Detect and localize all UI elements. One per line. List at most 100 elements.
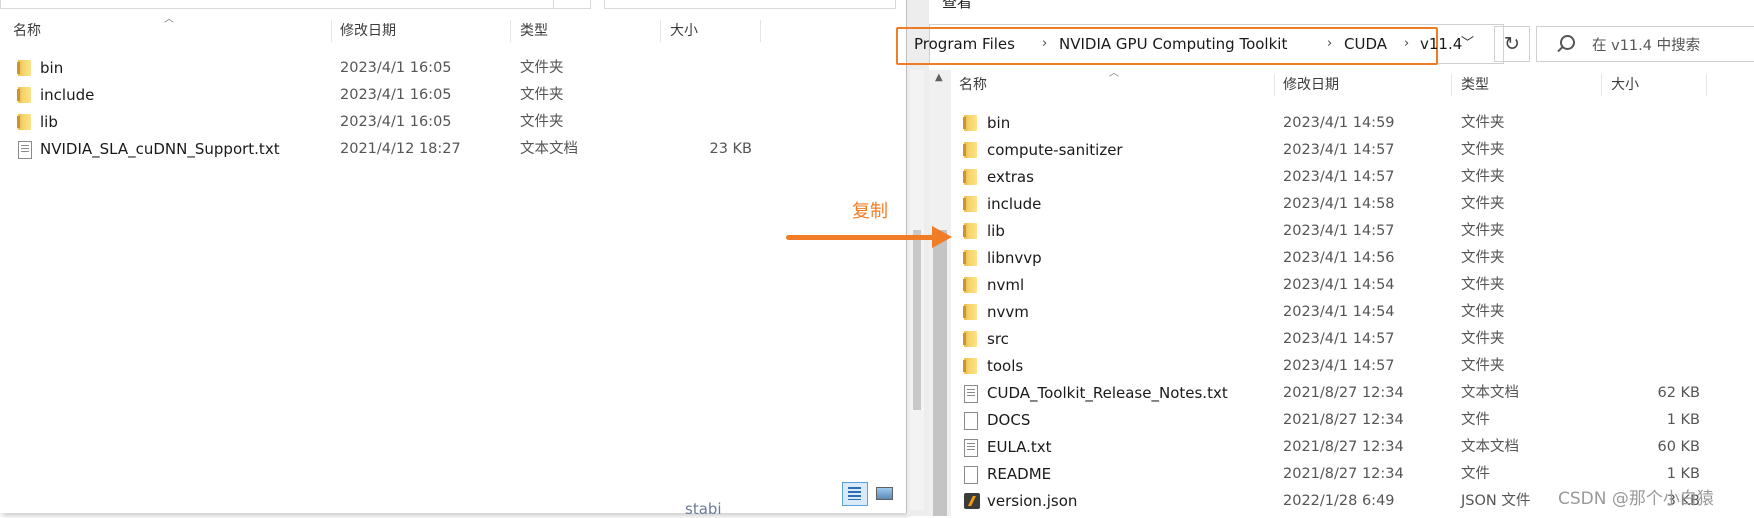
chevron-right-icon[interactable]: ›: [1042, 32, 1047, 56]
file-date: 2023/4/1 14:57: [1283, 142, 1395, 158]
folder-icon: [17, 60, 31, 76]
folder-icon: [17, 87, 31, 103]
folder-icon: [963, 277, 977, 293]
file-row[interactable]: bin 2023/4/1 16:05 文件夹: [0, 55, 900, 81]
copy-annotation-label: 复制: [852, 201, 888, 222]
file-row[interactable]: extras 2023/4/1 14:57 文件夹: [951, 164, 1751, 190]
file-date: 2021/8/27 12:34: [1283, 466, 1404, 482]
view-menu[interactable]: 查看: [942, 0, 972, 12]
file-row[interactable]: src 2023/4/1 14:57 文件夹: [951, 326, 1751, 352]
file-name: nvvm: [987, 303, 1029, 321]
file-name: tools: [987, 357, 1024, 375]
file-name: include: [987, 195, 1042, 213]
file-name: libnvvp: [987, 249, 1042, 267]
file-row[interactable]: lib 2023/4/1 16:05 文件夹: [0, 109, 900, 135]
chevron-down-icon[interactable]: ﹀: [1461, 32, 1474, 51]
details-view-icon[interactable]: [842, 482, 868, 506]
file-row[interactable]: NVIDIA_SLA_cuDNN_Support.txt 2021/4/12 18…: [0, 136, 900, 162]
file-date: 2023/4/1 14:54: [1283, 277, 1395, 293]
text-file-icon: [964, 385, 978, 403]
folder-icon: [963, 331, 977, 347]
file-name: CUDA_Toolkit_Release_Notes.txt: [987, 384, 1228, 402]
search-icon: [1560, 35, 1575, 50]
file-date: 2021/8/27 12:34: [1283, 385, 1404, 401]
right-scrollbar[interactable]: ▲: [929, 70, 951, 516]
file-name: lib: [987, 222, 1005, 240]
breadcrumb-item[interactable]: CUDA: [1344, 32, 1387, 56]
file-row[interactable]: CUDA_Toolkit_Release_Notes.txt 2021/8/27 …: [951, 380, 1751, 406]
folder-icon: [963, 196, 977, 212]
file-type: 文件夹: [520, 60, 564, 76]
folder-icon: [963, 169, 977, 185]
watermark: CSDN @那个小白猿: [1558, 489, 1714, 509]
left-col-type[interactable]: 类型: [520, 20, 661, 42]
file-name: lib: [40, 113, 58, 131]
right-col-date[interactable]: 修改日期: [1283, 74, 1452, 96]
text-file-icon: [964, 439, 978, 457]
file-type: JSON 文件: [1461, 493, 1531, 509]
left-col-date[interactable]: 修改日期: [340, 20, 511, 42]
copy-arrow: [786, 235, 936, 240]
file-date: 2023/4/1 14:54: [1283, 304, 1395, 320]
file-row[interactable]: tools 2023/4/1 14:57 文件夹: [951, 353, 1751, 379]
file-date: 2022/1/28 6:49: [1283, 493, 1395, 509]
file-date: 2023/4/1 14:57: [1283, 169, 1395, 185]
file-size: 60 KB: [1657, 439, 1700, 455]
file-date: 2021/8/27 12:34: [1283, 439, 1404, 455]
refresh-button[interactable]: ↻: [1494, 26, 1530, 62]
file-type: 文件夹: [1461, 169, 1505, 185]
right-col-type[interactable]: 类型: [1461, 74, 1602, 96]
breadcrumb-item[interactable]: Program Files: [914, 32, 1015, 56]
file-name: DOCS: [987, 411, 1031, 429]
folder-icon: [963, 358, 977, 374]
file-date: 2023/4/1 14:56: [1283, 250, 1395, 266]
file-type: 文件夹: [1461, 115, 1505, 131]
blank-file-icon: [964, 412, 978, 430]
file-row[interactable]: nvml 2023/4/1 14:54 文件夹: [951, 272, 1751, 298]
background-text: stabi: [685, 500, 722, 518]
file-type: 文件夹: [520, 87, 564, 103]
file-row[interactable]: include 2023/4/1 16:05 文件夹: [0, 82, 900, 108]
file-name: include: [40, 86, 95, 104]
breadcrumb-item[interactable]: NVIDIA GPU Computing Toolkit: [1059, 32, 1287, 56]
left-scrollbar-thumb[interactable]: [913, 230, 921, 410]
file-name: bin: [987, 114, 1011, 132]
left-address-bar-edge: [0, 0, 554, 9]
file-name: compute-sanitizer: [987, 141, 1123, 159]
file-row[interactable]: libnvvp 2023/4/1 14:56 文件夹: [951, 245, 1751, 271]
file-type: 文件夹: [1461, 223, 1505, 239]
file-date: 2023/4/1 16:05: [340, 60, 452, 76]
file-type: 文本文档: [520, 141, 578, 157]
folder-icon: [963, 250, 977, 266]
file-row[interactable]: bin 2023/4/1 14:59 文件夹: [951, 110, 1751, 136]
left-refresh-button-edge[interactable]: [552, 0, 591, 9]
arrow-head-icon: [932, 226, 952, 248]
file-date: 2023/4/1 14:57: [1283, 358, 1395, 374]
file-row[interactable]: compute-sanitizer 2023/4/1 14:57 文件夹: [951, 137, 1751, 163]
refresh-icon: ↻: [1504, 33, 1520, 55]
file-row[interactable]: EULA.txt 2021/8/27 12:34 文本文档 60 KB: [951, 434, 1751, 460]
left-search-box-edge[interactable]: [604, 0, 896, 9]
text-file-icon: [18, 141, 32, 159]
json-file-icon: [964, 493, 980, 509]
file-type: 文本文档: [1461, 385, 1519, 401]
breadcrumb-item[interactable]: v11.4: [1420, 32, 1462, 56]
right-col-size[interactable]: 大小: [1611, 74, 1707, 96]
file-row[interactable]: include 2023/4/1 14:58 文件夹: [951, 191, 1751, 217]
file-row[interactable]: lib 2023/4/1 14:57 文件夹: [951, 218, 1751, 244]
sort-up-icon: ︿: [1109, 68, 1119, 79]
chevron-right-icon[interactable]: ›: [1404, 32, 1409, 56]
left-scrollbar[interactable]: [910, 70, 924, 510]
right-scrollbar-thumb[interactable]: [933, 230, 947, 516]
large-icons-view-icon[interactable]: [872, 482, 896, 504]
file-row[interactable]: nvvm 2023/4/1 14:54 文件夹: [951, 299, 1751, 325]
file-date: 2023/4/1 16:05: [340, 114, 452, 130]
blank-file-icon: [964, 466, 978, 484]
file-type: 文件夹: [1461, 250, 1505, 266]
chevron-right-icon[interactable]: ›: [1327, 32, 1332, 56]
left-col-size[interactable]: 大小: [670, 20, 761, 42]
folder-icon: [963, 142, 977, 158]
file-type: 文件: [1461, 412, 1490, 428]
scroll-up-icon[interactable]: ▲: [935, 72, 943, 83]
file-row[interactable]: DOCS 2021/8/27 12:34 文件 1 KB: [951, 407, 1751, 433]
